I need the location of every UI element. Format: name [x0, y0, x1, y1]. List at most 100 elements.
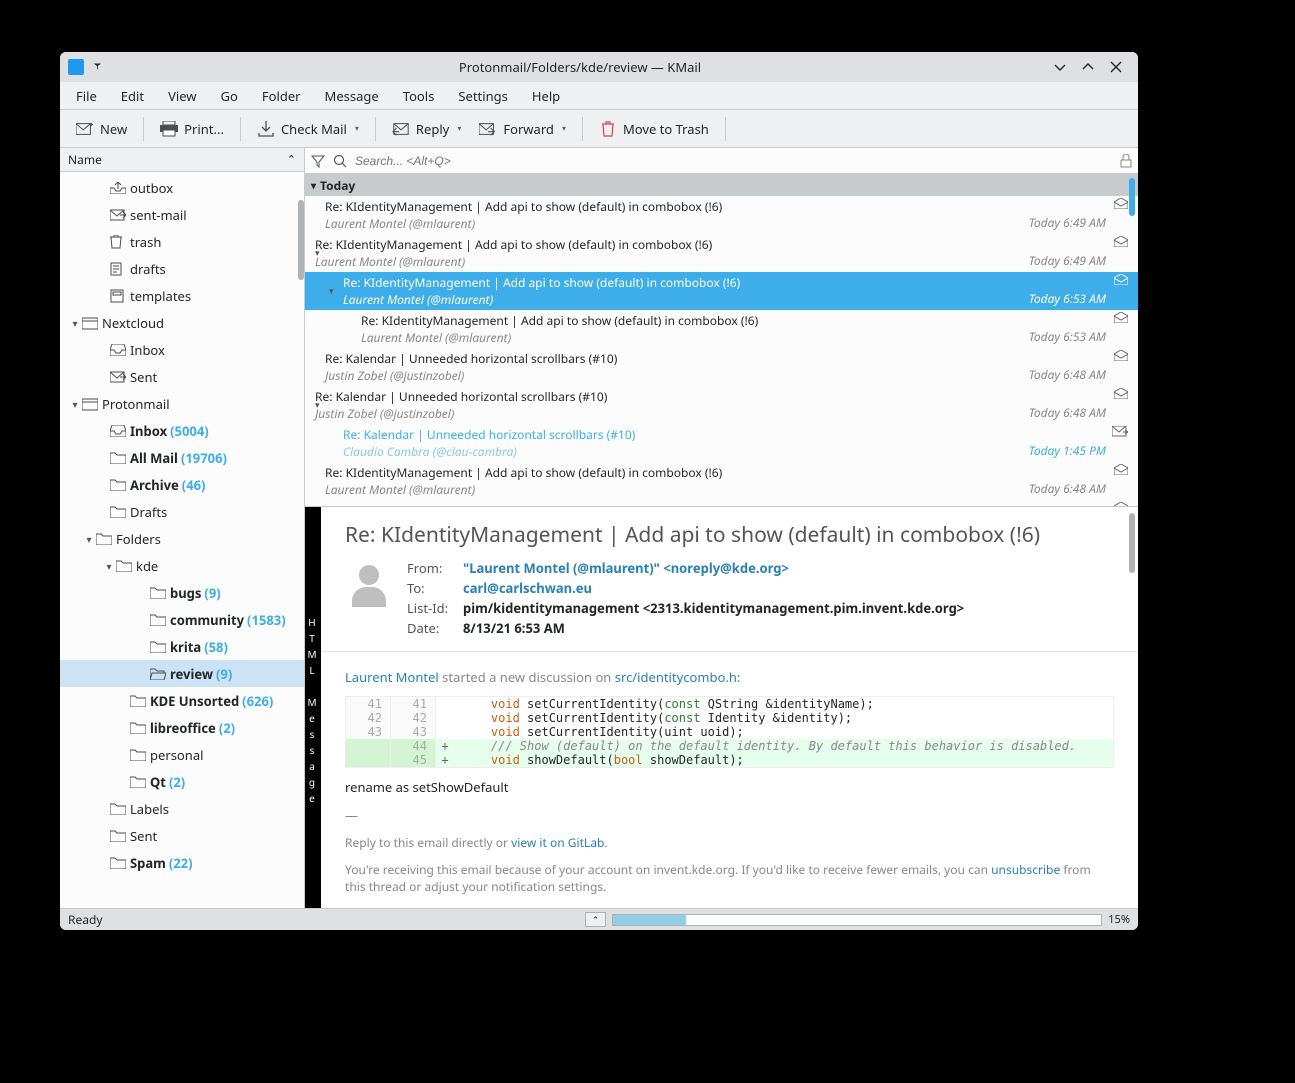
unsubscribe-link[interactable]: unsubscribe — [991, 861, 1060, 878]
message-item[interactable]: ▾Re: KIdentityManagement | Add api to sh… — [305, 272, 1138, 310]
message-list[interactable]: ▾ Today Re: KIdentityManagement | Add ap… — [305, 174, 1138, 506]
scrollbar-thumb[interactable] — [298, 200, 304, 280]
chevron-down-icon[interactable]: ▾ — [102, 559, 116, 573]
message-item[interactable]: Re: KIdentityManagement | Add api to sho… — [305, 196, 1138, 234]
right-pane: ▾ Today Re: KIdentityManagement | Add ap… — [305, 148, 1138, 908]
menu-help[interactable]: Help — [520, 83, 572, 109]
folder-item[interactable]: KDE Unsorted (626) — [60, 687, 304, 714]
reply-button[interactable]: Reply ▾ — [384, 116, 469, 142]
chevron-down-icon[interactable]: ▾ — [68, 397, 82, 411]
folder-item[interactable]: ▾Folders — [60, 525, 304, 552]
folder-item[interactable]: Sent — [60, 363, 304, 390]
maximize-button[interactable] — [1074, 53, 1102, 81]
folder-item[interactable]: review (9) — [60, 660, 304, 687]
folder-item[interactable]: Archive (46) — [60, 471, 304, 498]
chevron-down-icon[interactable]: ▾ — [311, 178, 316, 192]
menu-view[interactable]: View — [156, 83, 208, 109]
menu-settings[interactable]: Settings — [446, 83, 519, 109]
code-line: 4242 void setCurrentIdentity(const Ident… — [346, 711, 1113, 725]
menu-go[interactable]: Go — [209, 83, 250, 109]
message-item[interactable]: Re: Kalendar | Unneeded horizontal scrol… — [305, 424, 1138, 462]
folder-item[interactable]: drafts — [60, 255, 304, 282]
folder-item[interactable]: outbox — [60, 174, 304, 201]
menu-folder[interactable]: Folder — [250, 83, 313, 109]
folder-item[interactable]: personal — [60, 741, 304, 768]
progress-expand-button[interactable]: ⌃ — [585, 912, 607, 927]
sent2-icon — [110, 371, 130, 383]
message-item[interactable]: Re: Kalendar | Unneeded horizontal scrol… — [305, 348, 1138, 386]
folder-label: Protonmail — [102, 395, 170, 413]
scrollbar-thumb[interactable] — [1129, 513, 1135, 573]
menu-tools[interactable]: Tools — [391, 83, 447, 109]
chevron-down-icon[interactable]: ▾ — [315, 246, 320, 259]
menu-message[interactable]: Message — [313, 83, 391, 109]
preview-header: Re: KIdentityManagement | Add api to sho… — [321, 507, 1138, 651]
envelope-icon — [1114, 312, 1128, 323]
chevron-down-icon[interactable]: ▾ — [329, 284, 334, 297]
view-gitlab-link[interactable]: view it on GitLab — [511, 834, 604, 851]
pin-icon[interactable] — [90, 59, 106, 75]
folder-item[interactable]: Drafts — [60, 498, 304, 525]
folder-icon — [130, 722, 150, 734]
folder-item[interactable]: Sent — [60, 822, 304, 849]
search-input[interactable] — [355, 154, 1112, 168]
footer-text-1: You're receiving this email because of y… — [345, 861, 991, 878]
folder-item[interactable]: ▾Nextcloud — [60, 309, 304, 336]
folder-label: Qt — [150, 773, 166, 791]
menu-edit[interactable]: Edit — [109, 83, 156, 109]
message-item[interactable]: Re: KIdentityManagement | Add api to sho… — [305, 310, 1138, 348]
folder-item[interactable]: ▾ Protonmail — [60, 390, 304, 417]
folder-item[interactable]: bugs (9) — [60, 579, 304, 606]
message-subject: Re: Kalendar | Unneeded horizontal scrol… — [305, 350, 1106, 367]
html-message-tab[interactable]: HTML Message — [305, 507, 321, 908]
search-icon[interactable] — [333, 154, 347, 168]
folder-label: Sent — [130, 827, 157, 845]
author-link[interactable]: Laurent Montel — [345, 668, 439, 686]
message-item[interactable]: ▾Re: KIdentityManagement | Add api to sh… — [305, 234, 1138, 272]
chevron-down-icon[interactable]: ▾ — [315, 398, 320, 411]
folder-item[interactable]: krita (58) — [60, 633, 304, 660]
folder-item[interactable]: All Mail (19706) — [60, 444, 304, 471]
folder-count: (19706) — [181, 449, 227, 467]
folder-item[interactable]: ▾kde — [60, 552, 304, 579]
sidebar-header[interactable]: Name ⌃ — [60, 148, 304, 172]
folder-item[interactable]: community (1583) — [60, 606, 304, 633]
from-value[interactable]: "Laurent Montel (@mlaurent)" <noreply@kd… — [463, 559, 789, 577]
file-link[interactable]: src/identitycombo.h: — [615, 668, 741, 686]
folder-item[interactable]: Inbox — [60, 336, 304, 363]
folder-item[interactable]: Labels — [60, 795, 304, 822]
trash-label: Move to Trash — [623, 120, 709, 138]
message-item[interactable]: ▾Re: Kalendar | Unneeded horizontal scro… — [305, 386, 1138, 424]
drafts-icon — [110, 262, 130, 276]
print-button[interactable]: Print... — [152, 116, 232, 142]
filter-icon[interactable] — [311, 154, 325, 168]
folder-icon — [96, 533, 116, 545]
folder-item[interactable]: trash — [60, 228, 304, 255]
trash-button[interactable]: Move to Trash — [591, 116, 717, 142]
menu-file[interactable]: File — [64, 83, 109, 109]
folder-tree[interactable]: outboxsent-mailtrashdraftstemplates▾Next… — [60, 172, 304, 908]
folder-item[interactable]: Spam (22) — [60, 849, 304, 876]
folder-item[interactable]: Inbox (5004) — [60, 417, 304, 444]
preview-body: Re: KIdentityManagement | Add api to sho… — [321, 507, 1138, 908]
chevron-down-icon[interactable]: ▾ — [82, 532, 96, 546]
rename-text: rename as setShowDefault — [345, 778, 1114, 796]
group-header[interactable]: ▾ Today — [305, 174, 1138, 196]
close-button[interactable] — [1102, 53, 1130, 81]
forward-button[interactable]: Forward ▾ — [471, 116, 574, 142]
to-value[interactable]: carl@carlschwan.eu — [463, 579, 592, 597]
check-mail-button[interactable]: Check Mail ▾ — [249, 116, 367, 142]
new-button[interactable]: New — [68, 116, 135, 142]
chevron-up-icon[interactable]: ⌃ — [287, 152, 296, 167]
folder-item[interactable]: Qt (2) — [60, 768, 304, 795]
lock-icon[interactable] — [1120, 154, 1132, 168]
message-item[interactable]: Re: KIdentityManagement | Add api to sho… — [305, 462, 1138, 500]
folder-item[interactable]: templates — [60, 282, 304, 309]
searchbar — [305, 148, 1138, 174]
folder-item[interactable]: libreoffice (2) — [60, 714, 304, 741]
folder-item[interactable]: sent-mail — [60, 201, 304, 228]
toolbar-separator — [375, 117, 376, 141]
folder-count: (2) — [219, 719, 235, 737]
chevron-down-icon[interactable]: ▾ — [68, 316, 82, 330]
minimize-button[interactable] — [1046, 53, 1074, 81]
